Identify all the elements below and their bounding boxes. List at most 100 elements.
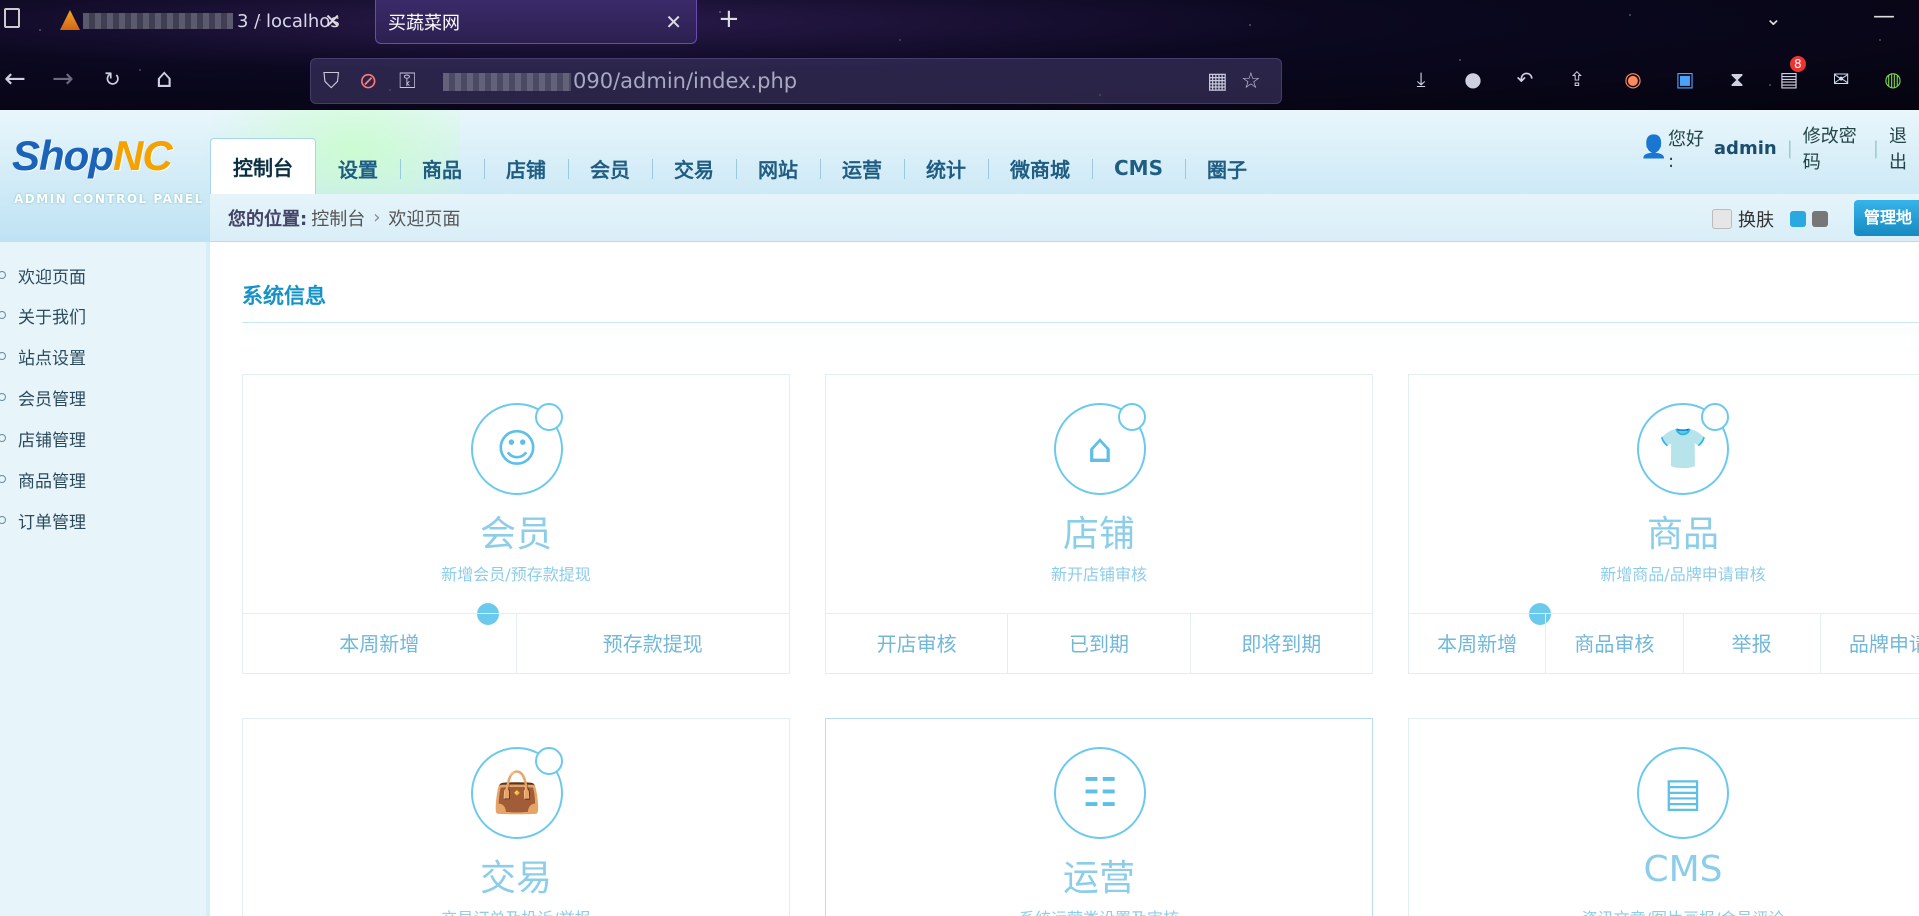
notification-dot: [535, 403, 563, 431]
divider: |: [1786, 137, 1793, 159]
bookmark-star-icon[interactable]: ☆: [1241, 69, 1261, 94]
nav-tab-cms[interactable]: CMS: [1092, 143, 1185, 193]
operation-icon: ☷: [1054, 747, 1146, 839]
key-icon[interactable]: ⚿: [399, 69, 416, 94]
nav-tab-goods[interactable]: 商品: [400, 143, 484, 193]
chevron-down-icon[interactable]: ⌄: [1765, 6, 1782, 30]
sidebar-item-stores[interactable]: 店铺管理: [0, 423, 86, 453]
card-store[interactable]: ⌂ 店铺 新开店铺审核 开店审核 已到期 即将到期: [825, 374, 1373, 674]
card-tab-weekly-new[interactable]: 本周新增: [243, 614, 516, 673]
nav-tab-circle[interactable]: 圈子: [1184, 143, 1269, 193]
breadcrumb-root[interactable]: 控制台: [311, 205, 365, 231]
sidebar-item-goods[interactable]: 商品管理: [0, 464, 86, 494]
nav-tab-store[interactable]: 店铺: [484, 143, 568, 193]
reload-icon[interactable]: ↻: [104, 64, 121, 94]
skin-label: 换肤: [1738, 210, 1774, 231]
shirt-icon: [1712, 209, 1732, 229]
notification-dot: [1118, 403, 1146, 431]
shield-icon[interactable]: ⛉: [323, 69, 340, 94]
undo-icon[interactable]: ↶: [1512, 66, 1538, 92]
qr-code-icon[interactable]: ▦: [1207, 69, 1228, 94]
breadcrumb-separator-icon: ›: [373, 207, 381, 228]
browser-tab-2-active[interactable]: 买蔬菜网 ✕: [375, 0, 697, 44]
card-tab-withdrawal[interactable]: 预存款提现: [515, 614, 790, 673]
section-title: 系统信息: [242, 284, 326, 308]
manage-site-button[interactable]: 管理地: [1854, 200, 1919, 236]
mail-extension-icon[interactable]: ✉: [1828, 66, 1854, 92]
logo-shop-text: Shop: [12, 132, 114, 179]
card-subtitle: 交易订单及投诉/举报: [243, 905, 789, 916]
skin-blue-swatch[interactable]: [1790, 211, 1806, 227]
lock-icon[interactable]: ⊘: [359, 69, 377, 94]
hourglass-icon[interactable]: ⧗: [1724, 66, 1750, 92]
user-icon: 👤: [1640, 135, 1668, 160]
logout-link[interactable]: 退出: [1889, 122, 1919, 174]
card-operation[interactable]: ☷ 运营 系统运营类设置及审核: [825, 718, 1373, 916]
notification-dot: [1701, 403, 1729, 431]
extension-icon[interactable]: ●: [1460, 66, 1486, 92]
admin-app: ShopNC ADMIN CONTROL PANEL 控制台 设置 商品 店铺 …: [0, 110, 1919, 916]
share-icon[interactable]: ⇪: [1564, 66, 1590, 92]
home-icon[interactable]: ⌂: [156, 64, 173, 94]
new-tab-icon[interactable]: +: [718, 4, 740, 34]
breadcrumb: 您的位置: 控制台 › 欢迎页面: [210, 194, 1919, 242]
card-subtitle: 新增商品/品牌申请审核: [1600, 565, 1766, 584]
browser-tab-1[interactable]: 3 / localhos ✕: [55, 0, 355, 42]
change-password-link[interactable]: 修改密码: [1803, 122, 1863, 174]
calendar-extension-icon[interactable]: ▤ 8: [1776, 56, 1806, 92]
back-icon[interactable]: ←: [4, 64, 26, 94]
card-title: 商品: [1646, 514, 1719, 555]
sidebar-item-label: 欢迎页面: [18, 267, 86, 288]
download-icon[interactable]: ⤓: [1408, 66, 1434, 92]
bullet-icon: [0, 271, 6, 279]
nav-tab-member[interactable]: 会员: [568, 143, 652, 193]
nav-tab-microshop[interactable]: 微商城: [988, 143, 1092, 193]
green-extension-icon[interactable]: ◍: [1880, 66, 1906, 92]
cms-icon: ▤: [1637, 747, 1729, 839]
adblock-icon[interactable]: ◉: [1620, 66, 1646, 92]
card-tab-report[interactable]: 举报: [1682, 614, 1820, 673]
card-cms[interactable]: ▤ CMS 资讯文章/图片画报/会员评论: [1408, 718, 1919, 916]
window-minimize-icon[interactable]: —: [1873, 4, 1895, 29]
tab-list-icon[interactable]: [4, 8, 20, 28]
save-icon[interactable]: ▣: [1672, 66, 1698, 92]
nav-tab-dashboard[interactable]: 控制台: [210, 138, 316, 194]
card-subtitle: 新增会员/预存款提现: [441, 565, 591, 584]
sidebar-item-welcome[interactable]: 欢迎页面: [0, 260, 86, 290]
nav-tab-website[interactable]: 网站: [736, 143, 820, 193]
card-subtitle: 系统运营类设置及审核: [826, 905, 1372, 916]
card-tab-goods-review[interactable]: 商品审核: [1545, 614, 1682, 673]
main-navigation: 控制台 设置 商品 店铺 会员 交易 网站 运营 统计 微商城 CMS 圈子: [210, 138, 1269, 194]
sidebar-item-site-settings[interactable]: 站点设置: [0, 341, 86, 371]
sidebar-item-members[interactable]: 会员管理: [0, 382, 86, 412]
card-subtitle: 资讯文章/图片画报/会员评论: [1409, 905, 1919, 916]
nav-tab-trade[interactable]: 交易: [652, 143, 736, 193]
nav-tab-stats[interactable]: 统计: [904, 143, 988, 193]
card-member[interactable]: ☺ 会员 新增会员/预存款提现 本周新增 预存款提现: [242, 374, 790, 674]
skin-gray-swatch[interactable]: [1812, 211, 1828, 227]
sidebar-item-about[interactable]: 关于我们: [0, 300, 86, 330]
card-tab-store-review[interactable]: 开店审核: [826, 614, 1007, 673]
address-bar[interactable]: ⛉ ⊘ ⚿ 090/admin/index.php ▦ ☆: [310, 58, 1282, 104]
nav-tab-operation[interactable]: 运营: [820, 143, 904, 193]
card-trade[interactable]: 👜 交易 交易订单及投诉/举报: [242, 718, 790, 916]
forward-icon[interactable]: →: [52, 64, 74, 94]
card-tab-expiring[interactable]: 即将到期: [1189, 614, 1372, 673]
sidebar-item-label: 关于我们: [18, 307, 86, 328]
card-tab-expired[interactable]: 已到期: [1007, 614, 1189, 673]
greeting-text: 您好 :: [1668, 128, 1704, 172]
card-title: CMS: [1643, 849, 1723, 890]
skin-switcher: 换肤: [1712, 206, 1828, 232]
sidebar-item-orders[interactable]: 订单管理: [0, 505, 86, 535]
card-title: 会员: [479, 514, 552, 555]
bullet-icon: [0, 475, 6, 483]
section-divider: [242, 322, 1919, 323]
card-goods[interactable]: 👕 商品 新增商品/品牌申请审核 本周新增 商品审核 举报 品牌申请: [1408, 374, 1919, 674]
nav-tab-settings[interactable]: 设置: [316, 143, 400, 193]
card-tab-brand-apply[interactable]: 品牌申请: [1819, 614, 1919, 673]
close-tab-icon[interactable]: ✕: [665, 10, 682, 34]
close-tab-icon[interactable]: ✕: [324, 9, 341, 33]
extension-badge: 8: [1790, 56, 1806, 72]
sidebar-item-label: 会员管理: [18, 389, 86, 410]
card-tab-weekly-new[interactable]: 本周新增: [1409, 614, 1545, 673]
